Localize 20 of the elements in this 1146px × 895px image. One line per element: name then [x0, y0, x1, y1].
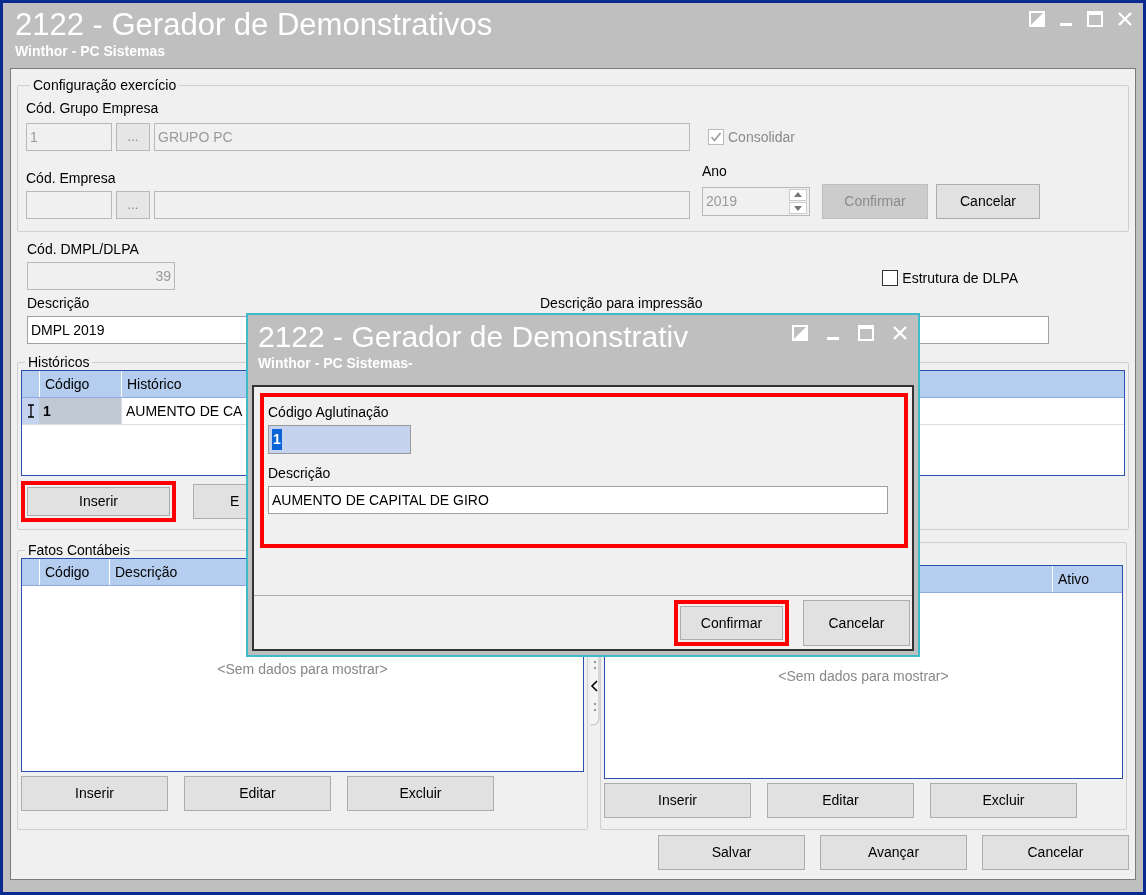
- field-label: Descrição para impressão: [540, 294, 704, 312]
- field-label: Cód. Empresa: [26, 169, 117, 187]
- group-title: Fatos Contábeis: [27, 542, 131, 558]
- window-title: 2122 - Gerador de Demonstrativos: [15, 7, 494, 43]
- group-title: Históricos: [27, 354, 91, 370]
- field-label: Descrição: [27, 294, 91, 312]
- empty-message: <Sem dados para mostrar>: [778, 666, 949, 686]
- table-cell: AUMENTO DE CA: [121, 398, 243, 424]
- group-title: Configuração exercício: [32, 77, 178, 93]
- dialog-subtitle: Winthor - PC Sistemas-: [258, 355, 414, 371]
- checkbox-label: Consolidar: [728, 128, 795, 146]
- checkbox-label: Estrutura de DLPA: [902, 269, 1018, 287]
- field-label: Cód. DMPL/DLPA: [27, 240, 140, 258]
- table-cell: 1: [39, 398, 121, 424]
- field-label: Descrição: [268, 464, 332, 482]
- field-label: Cód. Grupo Empresa: [26, 99, 160, 117]
- field-label: Código Aglutinação: [268, 403, 390, 421]
- field-label: Ano: [702, 162, 728, 180]
- window-subtitle: Winthor - PC Sistemas: [15, 43, 166, 59]
- empty-message: <Sem dados para mostrar>: [217, 659, 388, 679]
